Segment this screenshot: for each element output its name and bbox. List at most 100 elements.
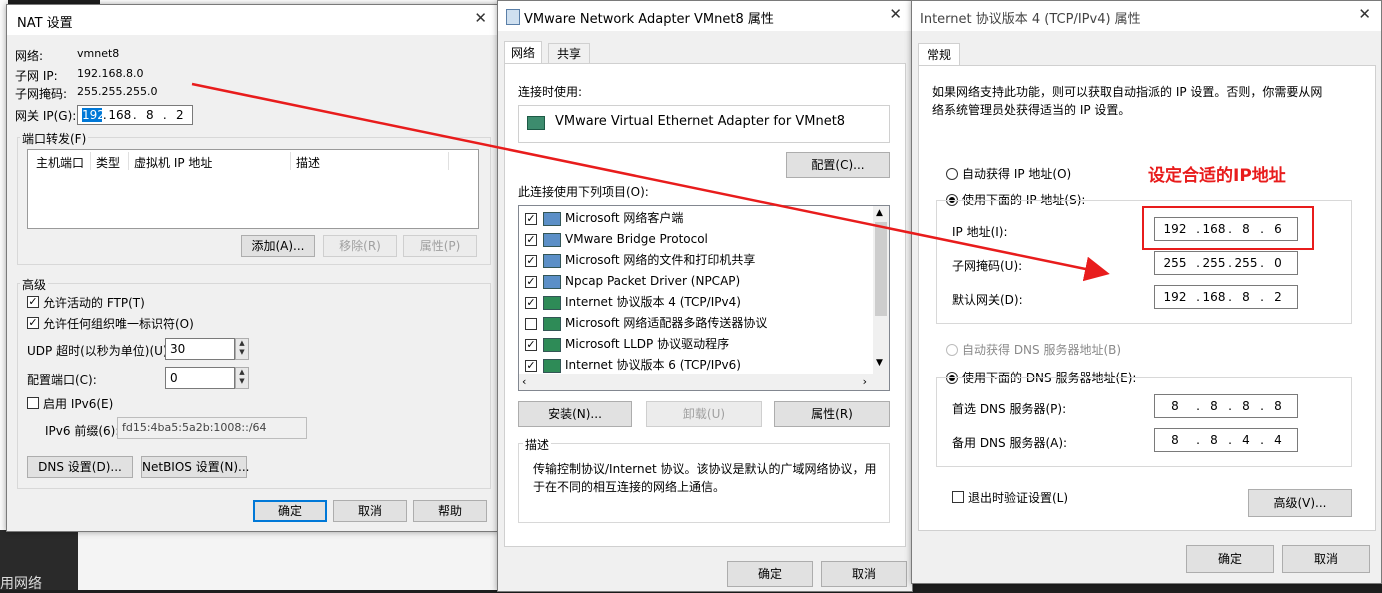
properties-button[interactable]: 属性(P) <box>403 235 477 257</box>
nat-ok-button[interactable]: 确定 <box>253 500 327 522</box>
validate-checkbox[interactable] <box>952 491 964 503</box>
tab-network[interactable]: 网络 <box>504 41 542 64</box>
alternate-dns-label: 备用 DNS 服务器(A): <box>952 436 1068 450</box>
adapter-properties-button[interactable]: 属性(R) <box>774 401 890 427</box>
scroll-left-icon[interactable]: ‹ <box>522 375 526 388</box>
ipv6-prefix-input[interactable]: fd15:4ba5:5a2b:1008::/64 <box>117 417 307 439</box>
subnet-mask-input[interactable]: 255. 255. 255. 0 <box>1154 251 1298 275</box>
item-checkbox[interactable]: ✓ <box>525 254 537 267</box>
mask-octet-2: 255 <box>1202 256 1226 270</box>
item-checkbox[interactable]: ✓ <box>525 296 537 309</box>
advanced-button[interactable]: 高级(V)... <box>1248 489 1352 517</box>
ip-address-label: IP 地址(I): <box>952 225 1008 239</box>
config-port-input[interactable]: 0 <box>165 367 235 389</box>
preferred-dns-input[interactable]: 8. 8. 8. 8 <box>1154 394 1298 418</box>
network-label: 网络: <box>15 49 44 63</box>
list-item[interactable]: ✓ Internet 协议版本 6 (TCP/IPv6) <box>525 355 741 376</box>
auto-ip-radio[interactable] <box>946 168 958 180</box>
col-vm-ip[interactable]: 虚拟机 IP 地址 <box>134 154 212 171</box>
close-icon[interactable]: ✕ <box>1358 5 1371 23</box>
uninstall-button[interactable]: 卸载(U) <box>646 401 762 427</box>
adapter-cancel-button[interactable]: 取消 <box>821 561 907 587</box>
auto-dns-radio[interactable] <box>946 344 958 356</box>
background-panel <box>78 525 498 590</box>
list-item[interactable]: Microsoft 网络适配器多路传送器协议 <box>525 313 767 334</box>
ipv4-cancel-button[interactable]: 取消 <box>1282 545 1370 573</box>
col-type[interactable]: 类型 <box>96 154 120 171</box>
connect-using-label: 连接时使用: <box>518 85 583 99</box>
gateway-octet-3: 8 <box>145 108 154 122</box>
nat-title-bar: NAT 设置 ✕ <box>7 5 497 35</box>
tab-sharing[interactable]: 共享 <box>548 43 590 64</box>
subnet-ip-value: 192.168.8.0 <box>77 67 144 80</box>
close-icon[interactable]: ✕ <box>474 9 487 27</box>
allow-uid-checkbox[interactable]: ✓ <box>27 317 39 329</box>
allow-ftp-checkbox[interactable]: ✓ <box>27 296 39 308</box>
nat-cancel-button[interactable]: 取消 <box>333 500 407 522</box>
alternate-dns-input[interactable]: 8. 8. 4. 4 <box>1154 428 1298 452</box>
mask-octet-4: 0 <box>1274 256 1282 270</box>
udp-timeout-input[interactable]: 30 <box>165 338 235 360</box>
network-component-icon <box>543 232 561 247</box>
gateway-ip-input[interactable]: 192 . 168 . 8 . 2 <box>77 105 193 125</box>
list-item[interactable]: ✓ Internet 协议版本 4 (TCP/IPv4) <box>525 292 741 313</box>
ipv4-ok-button[interactable]: 确定 <box>1186 545 1274 573</box>
items-list[interactable]: ✓ Microsoft 网络客户端 ✓ VMware Bridge Protocol ✓… <box>518 205 890 391</box>
udp-timeout-stepper[interactable]: ▲ ▼ <box>235 338 249 360</box>
item-checkbox[interactable]: ✓ <box>525 359 537 372</box>
validate-label: 退出时验证设置(L) <box>968 491 1069 505</box>
horizontal-scrollbar[interactable]: ‹ › <box>519 374 889 390</box>
list-item[interactable]: ✓ VMware Bridge Protocol <box>525 229 708 250</box>
item-checkbox[interactable]: ✓ <box>525 338 537 351</box>
subnet-mask-value: 255.255.255.0 <box>77 85 158 98</box>
configure-button[interactable]: 配置(C)... <box>786 152 890 178</box>
network-component-icon <box>543 253 561 268</box>
adapter-ok-button[interactable]: 确定 <box>727 561 813 587</box>
list-item[interactable]: ✓ Microsoft LLDP 协议驱动程序 <box>525 334 729 355</box>
list-item[interactable]: ✓ Microsoft 网络客户端 <box>525 208 683 229</box>
list-item[interactable]: ✓ Npcap Packet Driver (NPCAP) <box>525 271 740 292</box>
close-icon[interactable]: ✕ <box>889 5 902 23</box>
config-port-stepper[interactable]: ▲ ▼ <box>235 367 249 389</box>
ipv4-intro-text: 如果网络支持此功能，则可以获取自动指派的 IP 设置。否则，你需要从网络系统管理… <box>932 85 1323 117</box>
add-button[interactable]: 添加(A)... <box>241 235 315 257</box>
adns-octet-3: 4 <box>1242 433 1250 447</box>
nat-title: NAT 设置 <box>17 16 73 31</box>
install-button[interactable]: 安装(N)... <box>518 401 632 427</box>
scroll-down-icon[interactable]: ▼ <box>876 358 883 368</box>
item-checkbox[interactable]: ✓ <box>525 212 537 225</box>
description-text: 传输控制协议/Internet 协议。该协议是默认的广域网络协议，用于在不同的相… <box>533 462 877 494</box>
advanced-label: 高级 <box>20 276 49 293</box>
background-partial-text: 用网络 <box>0 576 42 592</box>
item-label: Internet 协议版本 4 (TCP/IPv4) <box>565 295 741 309</box>
item-checkbox[interactable]: ✓ <box>525 275 537 288</box>
dns-settings-button[interactable]: DNS 设置(D)... <box>27 456 133 478</box>
network-component-icon <box>543 295 561 310</box>
default-gateway-input[interactable]: 192. 168. 8. 2 <box>1154 285 1298 309</box>
remove-button[interactable]: 移除(R) <box>323 235 397 257</box>
scroll-up-icon[interactable]: ▲ <box>876 208 883 218</box>
preferred-dns-label: 首选 DNS 服务器(P): <box>952 402 1067 416</box>
adns-octet-2: 8 <box>1210 433 1218 447</box>
gw-octet-3: 8 <box>1242 290 1250 304</box>
item-checkbox[interactable] <box>525 317 537 330</box>
scroll-right-icon[interactable]: › <box>863 375 867 388</box>
list-item[interactable]: ✓ Microsoft 网络的文件和打印机共享 <box>525 250 755 271</box>
col-description[interactable]: 描述 <box>296 154 320 171</box>
auto-ip-label: 自动获得 IP 地址(O) <box>962 167 1072 181</box>
pdns-octet-3: 8 <box>1242 399 1250 413</box>
scrollbar-thumb[interactable] <box>875 222 887 316</box>
netbios-settings-button[interactable]: NetBIOS 设置(N)... <box>141 456 250 478</box>
pdns-octet-1: 8 <box>1171 399 1179 413</box>
network-value: vmnet8 <box>77 47 120 60</box>
enable-ipv6-label: 启用 IPv6(E) <box>43 397 114 411</box>
port-forwarding-table[interactable]: 主机端口 类型 虚拟机 IP 地址 描述 <box>27 149 479 229</box>
subnet-ip-label: 子网 IP: <box>15 69 58 83</box>
nat-help-button[interactable]: 帮助 <box>413 500 487 522</box>
item-checkbox[interactable]: ✓ <box>525 233 537 246</box>
col-host-port[interactable]: 主机端口 <box>36 154 84 171</box>
enable-ipv6-checkbox[interactable] <box>27 397 39 409</box>
tab-general[interactable]: 常规 <box>918 43 960 66</box>
adapter-title: VMware Network Adapter VMnet8 属性 <box>524 12 774 27</box>
vertical-scrollbar[interactable]: ▲ ▼ <box>873 206 889 374</box>
